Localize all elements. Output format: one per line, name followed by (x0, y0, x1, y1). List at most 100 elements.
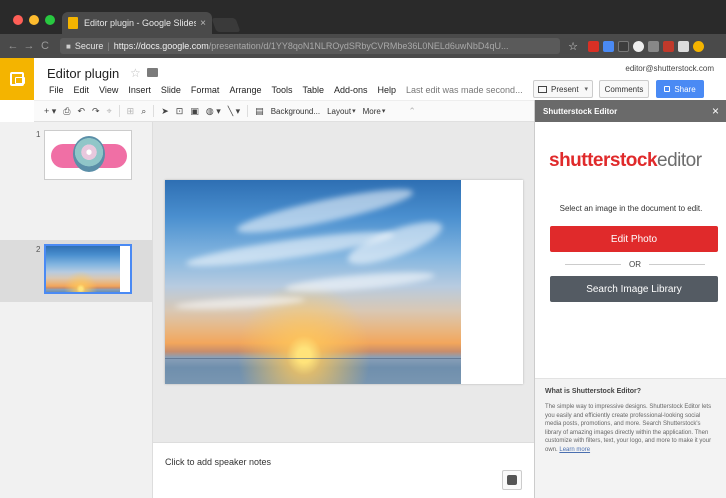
lock-icon: ■ (66, 41, 71, 51)
background-button[interactable]: Background... (271, 107, 320, 116)
tab-title: Editor plugin - Google Slides (84, 18, 197, 28)
menu-add-ons[interactable]: Add-ons (329, 85, 373, 95)
panel-title: Shutterstock Editor (543, 106, 618, 116)
sunset-photo[interactable] (165, 180, 461, 384)
address-bar[interactable]: ■ Secure | https://docs.google.com /pres… (60, 38, 560, 54)
more-button[interactable]: More (363, 107, 381, 116)
slides-favicon-icon (68, 17, 78, 29)
tab-close-icon[interactable]: × (200, 18, 206, 29)
user-email[interactable]: editor@shutterstock.com (625, 64, 714, 73)
present-label: Present (551, 84, 579, 94)
new-tab-button[interactable] (211, 18, 241, 32)
menu-arrange[interactable]: Arrange (224, 85, 266, 95)
lock-icon (664, 86, 671, 92)
slide-canvas-area[interactable] (153, 122, 534, 442)
comment-icon[interactable]: ▤ (255, 106, 264, 117)
about-body: The simple way to impressive designs. Sh… (545, 403, 717, 455)
search-image-library-button[interactable]: Search Image Library (550, 276, 718, 302)
redo-icon[interactable]: ↷ (92, 106, 100, 117)
zoom-window-button[interactable] (45, 15, 55, 25)
menu-edit[interactable]: Edit (69, 85, 95, 95)
edit-photo-button[interactable]: Edit Photo (550, 226, 718, 252)
minimize-window-button[interactable] (29, 15, 39, 25)
toolbar-divider (118, 105, 120, 117)
chevron-down-icon[interactable]: ▾ (382, 107, 386, 115)
zoom-fit-icon[interactable]: ⊞ (127, 106, 135, 117)
share-button[interactable]: Share (656, 80, 704, 98)
toolbar-divider (247, 105, 249, 117)
menu-table[interactable]: Table (297, 85, 329, 95)
extension-yellow-icon[interactable] (693, 40, 704, 52)
layout-button[interactable]: Layout (327, 107, 351, 116)
brand-main: shutterstock (549, 150, 658, 171)
shutterstock-editor-logo: shutterstockeditor (549, 150, 702, 172)
close-icon[interactable]: × (712, 104, 719, 118)
forward-icon[interactable]: → (22, 40, 36, 52)
folder-icon[interactable] (147, 68, 158, 77)
extension-blue-icon[interactable] (603, 40, 614, 52)
last-edit-status[interactable]: Last edit was made second... (406, 85, 524, 95)
menu-help[interactable]: Help (373, 85, 402, 95)
slide-filmstrip: 1 2 (0, 122, 153, 498)
explore-button[interactable] (502, 470, 522, 490)
comments-button[interactable]: Comments (599, 80, 649, 98)
extension-red-2-icon[interactable] (663, 40, 674, 52)
learn-more-link[interactable]: Learn more (559, 447, 590, 453)
menu-slide[interactable]: Slide (156, 85, 186, 95)
browser-tab-active[interactable]: Editor plugin - Google Slides × (62, 12, 212, 34)
menu-file[interactable]: File (44, 85, 69, 95)
select-image-hint: Select an image in the document to edit. (559, 204, 703, 213)
about-title: What is Shutterstock Editor? (545, 388, 642, 395)
chevron-down-icon[interactable]: ▾ (352, 107, 356, 115)
menu-insert[interactable]: Insert (123, 85, 156, 95)
zoom-icon[interactable]: ⌕ (141, 106, 146, 117)
extension-white-icon[interactable] (633, 40, 644, 52)
menu-format[interactable]: Format (186, 85, 225, 95)
close-window-button[interactable] (13, 15, 23, 25)
text-box-icon[interactable]: ⊡ (176, 106, 184, 117)
toolbar-divider (153, 105, 155, 117)
extension-red-icon[interactable] (588, 40, 599, 52)
screen: Editor plugin - Google Slides × ← → C ■ … (0, 0, 726, 498)
present-button[interactable]: Present ▾ (533, 80, 593, 98)
url-host: https://docs.google.com (113, 41, 209, 51)
editor-toolbar: + ▾ ⎙ ↶ ↷ ⌖ ⊞ ⌕ ➤ ⊡ ▣ ◍ ▾ ╲ ▾ ▤ Backgrou… (34, 100, 534, 122)
print-icon[interactable]: ⎙ (63, 106, 70, 117)
line-icon[interactable]: ╲ ▾ (228, 106, 240, 117)
browser-toolbar: ← → C ■ Secure | https://docs.google.com… (0, 34, 726, 58)
paint-format-icon[interactable]: ⌖ (107, 106, 112, 117)
extension-dark-icon[interactable] (618, 40, 629, 52)
about-section: What is Shutterstock Editor? The simple … (535, 378, 726, 498)
menu-bar: File Edit View Insert Slide Format Arran… (44, 85, 401, 95)
explore-icon (507, 475, 517, 485)
undo-icon[interactable]: ↶ (77, 106, 85, 117)
back-icon[interactable]: ← (6, 40, 20, 52)
select-cursor-icon[interactable]: ➤ (161, 106, 169, 117)
new-slide-icon[interactable]: + ▾ (44, 106, 56, 117)
star-icon[interactable]: ☆ (130, 66, 141, 80)
chevron-down-icon[interactable]: ▾ (584, 85, 588, 93)
menu-view[interactable]: View (94, 85, 123, 95)
document-title[interactable]: Editor plugin (47, 66, 119, 81)
slide-canvas[interactable] (165, 180, 523, 384)
collapse-toolbar-icon[interactable]: ⌃ (408, 106, 416, 117)
menu-tools[interactable]: Tools (266, 85, 297, 95)
slides-logo-icon[interactable] (0, 58, 34, 100)
speaker-notes-placeholder[interactable]: Click to add speaker notes (165, 457, 271, 467)
url-path: /presentation/d/1YY8qoN1NLROydSRbyCVRMbe… (208, 41, 509, 51)
thumbnail-cake-image (73, 136, 105, 172)
extension-light-icon[interactable] (678, 40, 689, 52)
thumbnail-sunset-image (46, 246, 120, 292)
slide-thumbnail-2[interactable] (44, 244, 132, 294)
image-icon[interactable]: ▣ (190, 106, 199, 117)
present-icon (538, 85, 547, 93)
panel-header: Shutterstock Editor × (535, 100, 726, 122)
extension-gray-icon[interactable] (648, 40, 659, 52)
reload-icon[interactable]: C (38, 40, 52, 52)
or-label: OR (629, 259, 641, 269)
bookmark-star-icon[interactable]: ☆ (566, 40, 580, 53)
share-label: Share (674, 84, 696, 94)
shape-icon[interactable]: ◍ ▾ (206, 106, 221, 117)
slide-thumbnail-1[interactable] (44, 130, 132, 180)
speaker-notes[interactable]: Click to add speaker notes (153, 442, 534, 498)
